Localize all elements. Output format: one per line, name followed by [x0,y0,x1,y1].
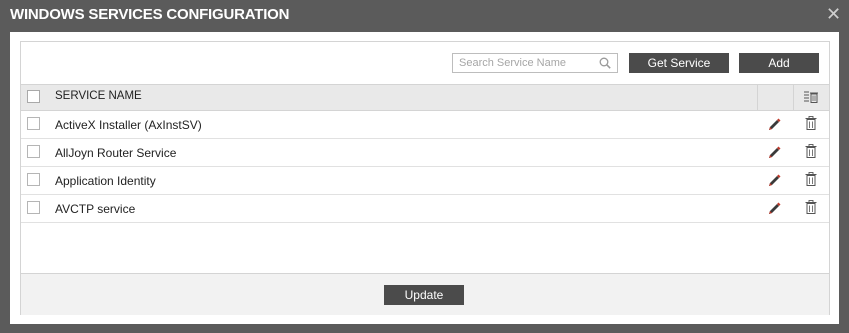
dialog-title: WINDOWS SERVICES CONFIGURATION [10,6,290,23]
service-name: Application Identity [55,174,156,188]
service-name: ActiveX Installer (AxInstSV) [55,118,202,132]
table-header: SERVICE NAME [21,84,829,111]
select-all-checkbox[interactable] [27,90,40,103]
service-name: AVCTP service [55,202,136,216]
table-row: ActiveX Installer (AxInstSV) [21,110,829,139]
table-row: AVCTP service [21,194,829,223]
services-dialog: WINDOWS SERVICES CONFIGURATION ✕ Get Ser… [0,0,849,333]
trash-icon[interactable] [805,116,817,130]
close-icon[interactable]: ✕ [826,5,841,23]
edit-pencil-icon[interactable] [767,118,783,132]
edit-pencil-icon[interactable] [767,174,783,188]
add-button[interactable]: Add [739,53,819,73]
row-checkbox[interactable] [27,145,40,158]
search-box [452,53,618,73]
column-settings-icon[interactable] [803,90,819,104]
services-panel: Get Service Add SERVICE NAME [20,41,830,315]
column-divider [757,85,758,110]
trash-icon[interactable] [805,200,817,214]
dialog-body: Get Service Add SERVICE NAME [10,32,839,324]
row-checkbox[interactable] [27,117,40,130]
dialog-footer: Update [21,273,829,315]
get-service-button[interactable]: Get Service [629,53,729,73]
edit-pencil-icon[interactable] [767,202,783,216]
search-icon[interactable] [599,57,611,69]
row-checkbox[interactable] [27,201,40,214]
column-divider [793,85,794,110]
column-header-service-name[interactable]: SERVICE NAME [55,90,142,102]
search-input[interactable] [453,54,599,72]
table-row: Application Identity [21,166,829,195]
row-checkbox[interactable] [27,173,40,186]
update-button[interactable]: Update [384,285,464,305]
table-row: AllJoyn Router Service [21,138,829,167]
trash-icon[interactable] [805,172,817,186]
service-name: AllJoyn Router Service [55,146,177,160]
edit-pencil-icon[interactable] [767,146,783,160]
toolbar: Get Service Add [21,42,829,84]
trash-icon[interactable] [805,144,817,158]
